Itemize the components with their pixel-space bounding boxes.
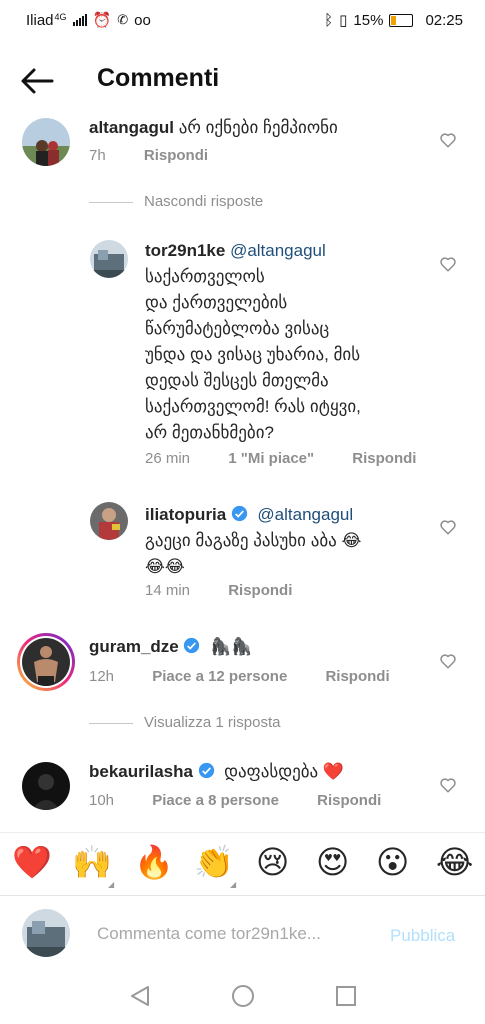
reply-line: წარუმატებლობა ვისაც	[145, 319, 330, 338]
avatar-current-user	[22, 909, 70, 957]
comment-text: არ იქნები ჩემპიონი	[178, 118, 338, 137]
reply-button[interactable]: Rispondi	[352, 450, 416, 467]
quick-emoji-bar: ❤️ 🙌 🔥 👏 😢 😍 😮 😂 ◢ ◢	[0, 842, 485, 892]
avatar-bekaurilasha[interactable]	[22, 762, 70, 810]
comment-guram_dze: guram_dze 🦍🦍	[89, 634, 252, 660]
username[interactable]: guram_dze	[89, 637, 179, 656]
heart-icon[interactable]	[439, 518, 457, 536]
username[interactable]: bekaurilasha	[89, 762, 193, 781]
verified-badge-icon	[231, 505, 248, 522]
comment-text: 🦍🦍	[209, 637, 253, 656]
reply-line: გაეცი მაგაზე პასუხი აბა 😂	[145, 531, 362, 550]
network-type: 4G	[54, 12, 67, 22]
reply-meta: 14 min Rispondi	[145, 582, 326, 599]
status-bar: Iliad 4G ⏰ ✆ ᴏᴏ ᛒ ▯ 15% 02:25	[0, 0, 485, 40]
replies-divider	[89, 202, 133, 203]
alarm-icon: ⏰	[92, 12, 112, 29]
skin-tone-indicator-icon: ◢	[230, 880, 237, 889]
reply-line: უნდა და ვისაც უხარია, მის	[145, 345, 361, 364]
system-nav-bar	[0, 976, 485, 1024]
emoji-bar-divider	[0, 832, 485, 833]
verified-badge-icon	[184, 637, 200, 654]
avatar-tor29n1ke[interactable]	[90, 240, 128, 278]
replies-divider	[89, 723, 133, 724]
emoji-clap[interactable]: 👏	[194, 842, 234, 882]
carrier-name: Iliad	[26, 11, 54, 29]
reply-tor29n1ke: tor29n1ke @altangagul საქართველოს და ქარ…	[145, 238, 425, 446]
page-title: Commenti	[97, 64, 220, 92]
signal-icon	[72, 14, 87, 26]
view-replies-button[interactable]: Visualizza 1 risposta	[144, 714, 280, 731]
bluetooth-icon: ᛒ	[324, 11, 334, 29]
nav-back-icon[interactable]	[128, 984, 152, 1008]
mention-link[interactable]: @altangagul	[257, 505, 353, 524]
comment-text: დაფასდება ❤️	[224, 762, 345, 781]
nav-home-icon[interactable]	[230, 983, 256, 1009]
likes-count[interactable]: Piace a 8 persone	[152, 792, 279, 809]
heart-icon[interactable]	[439, 131, 457, 149]
publish-button[interactable]: Pubblica	[390, 926, 455, 946]
nav-recents-icon[interactable]	[334, 984, 358, 1008]
emoji-raised-hands[interactable]: 🙌	[72, 842, 112, 882]
reply-button[interactable]: Rispondi	[317, 792, 381, 809]
vibrate-icon: ▯	[339, 12, 348, 29]
hide-replies-button[interactable]: Nascondi risposte	[144, 193, 263, 210]
comment-meta: 7h Rispondi	[89, 147, 242, 164]
timestamp: 14 min	[145, 582, 191, 599]
comment-meta: 12h Piace a 12 persone Rispondi	[89, 668, 424, 685]
reply-line: 😂😂	[145, 557, 185, 576]
likes-count[interactable]: 1 "Mi piace"	[228, 450, 314, 467]
battery-icon	[389, 13, 414, 27]
comment-input[interactable]: Commenta come tor29n1ke...	[97, 924, 321, 944]
battery-percent: 15%	[353, 11, 384, 29]
avatar-guram_dze[interactable]	[17, 633, 75, 691]
avatar-altangagul[interactable]	[22, 118, 70, 166]
comment-meta: 10h Piace a 8 persone Rispondi	[89, 792, 415, 809]
reply-button[interactable]: Rispondi	[325, 668, 389, 685]
emoji-joy[interactable]: 😂	[436, 842, 473, 882]
comment-bekaurilasha: bekaurilasha დაფასდება ❤️	[89, 759, 344, 785]
username[interactable]: altangagul	[89, 118, 174, 137]
heart-icon[interactable]	[439, 776, 457, 794]
username[interactable]: tor29n1ke	[145, 241, 225, 260]
verified-badge-icon	[198, 762, 214, 779]
heart-icon[interactable]	[439, 652, 457, 670]
reply-button[interactable]: Rispondi	[228, 582, 292, 599]
heart-icon[interactable]	[439, 255, 457, 273]
voicemail-icon: ᴏᴏ	[134, 11, 151, 29]
username[interactable]: iliatopuria	[145, 505, 226, 524]
arrow-left-icon	[21, 68, 54, 94]
timestamp: 26 min	[145, 450, 191, 467]
comment-altangagul: altangagul არ იქნები ჩემპიონი	[89, 115, 338, 141]
reply-line: საქართველომ! რას იტყვი,	[145, 397, 361, 416]
comment-composer: Commenta come tor29n1ke... Pubblica	[0, 895, 485, 976]
emoji-astonished[interactable]: 😮	[376, 842, 409, 882]
timestamp: 10h	[89, 792, 115, 809]
reply-line: და ქართველების	[145, 293, 288, 312]
reply-iliatopuria: iliatopuria @altangagul გაეცი მაგაზე პას…	[145, 502, 435, 580]
timestamp: 7h	[89, 147, 106, 164]
emoji-heart[interactable]: ❤️	[12, 842, 52, 882]
emoji-cry[interactable]: 😢	[256, 842, 289, 882]
mention-link[interactable]: @altangagul	[230, 241, 326, 260]
avatar-iliatopuria[interactable]	[90, 502, 128, 540]
reply-line: საქართველოს	[145, 267, 265, 286]
timestamp: 12h	[89, 668, 115, 685]
whatsapp-icon: ✆	[117, 12, 129, 27]
reply-line: დედას შესცეს მთელმა	[145, 371, 329, 390]
reply-meta: 26 min 1 "Mi piace" Rispondi	[145, 450, 450, 467]
emoji-heart-eyes[interactable]: 😍	[316, 842, 349, 882]
emoji-fire[interactable]: 🔥	[134, 842, 174, 882]
skin-tone-indicator-icon: ◢	[108, 880, 115, 889]
reply-line: არ მეთანხმები?	[145, 423, 274, 442]
reply-button[interactable]: Rispondi	[144, 147, 208, 164]
clock: 02:25	[425, 11, 463, 29]
back-button[interactable]	[18, 62, 58, 102]
likes-count[interactable]: Piace a 12 persone	[152, 668, 287, 685]
